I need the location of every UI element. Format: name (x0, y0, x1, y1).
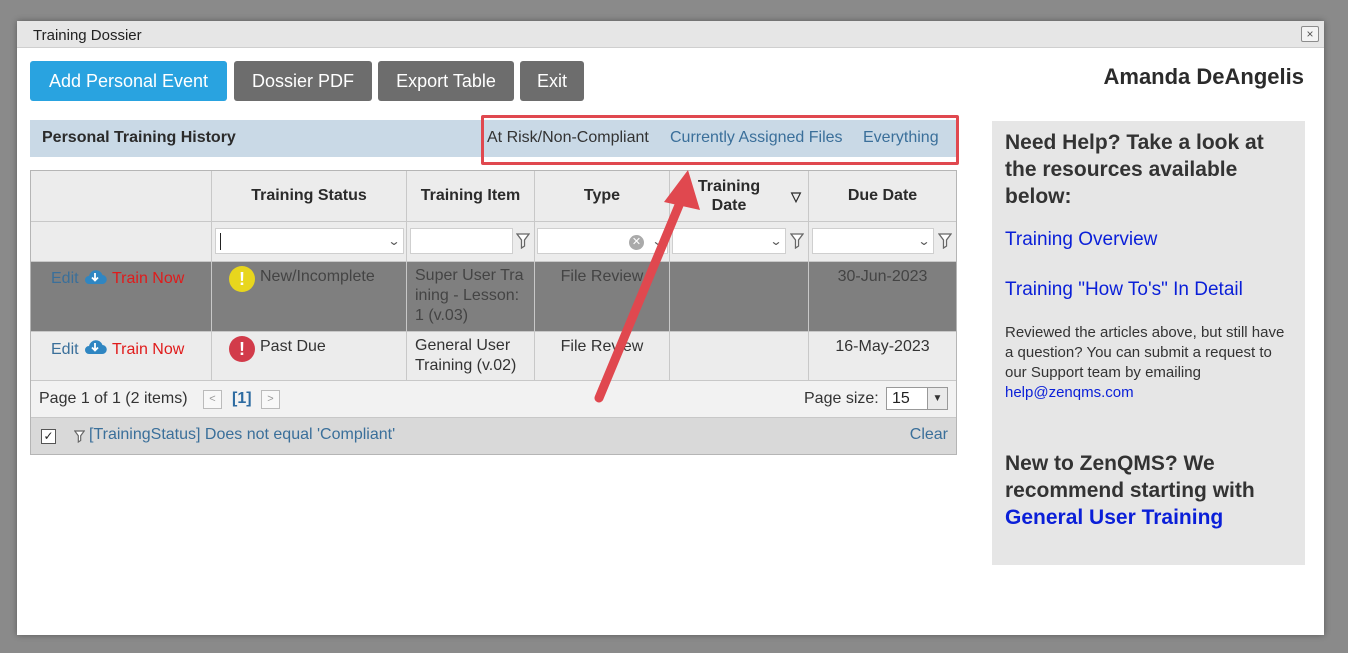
training-dossier-dialog: Training Dossier × Add Personal Event Do… (17, 21, 1324, 635)
next-page-icon[interactable]: > (261, 390, 280, 409)
header-training-date-label: Training Date (697, 178, 761, 214)
status-text: New/Incomplete (260, 268, 375, 285)
training-item-text: Super User Training - Lesson:1 (v.03) (415, 267, 524, 324)
dossier-pdf-button[interactable]: Dossier PDF (234, 61, 372, 101)
prev-page-icon[interactable]: < (203, 390, 222, 409)
header-type[interactable]: Type (535, 171, 670, 222)
train-now-link[interactable]: Train Now (112, 341, 184, 359)
due-date-text: 30-Jun-2023 (837, 268, 928, 285)
text-cursor (220, 233, 221, 250)
filter-cell-item (407, 222, 535, 262)
filter-funnel-icon[interactable] (790, 233, 804, 249)
current-page-link[interactable]: [1] (232, 390, 252, 408)
table-row-2-actions: Edit Train Now (31, 332, 212, 381)
table-row-1-actions: Edit Train Now (31, 262, 212, 332)
table-row-1-item: Super User Training - Lesson:1 (v.03) (407, 262, 535, 332)
header-training-status[interactable]: Training Status (212, 171, 407, 222)
help-heading: Need Help? Take a look at the resources … (1005, 131, 1264, 208)
training-overview-link[interactable]: Training Overview (1005, 229, 1157, 251)
page-size-select[interactable]: 15 ▼ (886, 387, 948, 410)
filter-cell-actions (31, 222, 212, 262)
chevron-down-icon: ⌄ (387, 234, 401, 248)
page-size-label: Page size: (804, 390, 879, 407)
due-date-text: 16-May-2023 (835, 338, 930, 355)
support-text-body: Reviewed the articles above, but still h… (1005, 324, 1285, 381)
table-row-2-item: General User Training (v.02) (407, 332, 535, 381)
support-email-link[interactable]: help@zenqms.com (1005, 384, 1134, 401)
table-row-2-due-date: 16-May-2023 (809, 332, 956, 381)
edit-link[interactable]: Edit (51, 341, 79, 359)
training-history-header: Personal Training History At Risk/Non-Co… (30, 120, 956, 157)
table-row-2-type: File Review (535, 332, 670, 381)
due-date-filter-select[interactable]: ⌄ (812, 228, 934, 254)
new-user-heading: New to ZenQMS? We recommend starting wit… (1005, 450, 1300, 531)
filter-everything[interactable]: Everything (863, 129, 939, 147)
sort-indicator-icon[interactable]: ▽ (791, 187, 801, 206)
train-now-link[interactable]: Train Now (112, 270, 184, 288)
filter-funnel-icon[interactable] (516, 233, 530, 249)
filter-cell-status: ⌄ (212, 222, 407, 262)
error-icon: ! (229, 336, 255, 362)
training-grid: Training Status Training Item Type Train… (30, 170, 957, 455)
header-actions (31, 171, 212, 222)
training-item-text: General User Training (v.02) (415, 337, 517, 374)
help-panel: Need Help? Take a look at the resources … (992, 121, 1305, 565)
chevron-down-icon: ⌄ (769, 234, 783, 248)
general-user-training-link[interactable]: General User Training (1005, 506, 1223, 529)
dialog-titlebar: Training Dossier × (17, 21, 1324, 48)
chevron-down-icon: ▼ (927, 388, 947, 409)
table-row-1-status: ! New/Incomplete (212, 262, 407, 332)
table-row-2-training-date (670, 332, 809, 381)
filter-at-risk[interactable]: At Risk/Non-Compliant (487, 129, 649, 147)
clear-filter-link[interactable]: Clear (910, 426, 948, 444)
new-user-heading-text: New to ZenQMS? We recommend starting wit… (1005, 452, 1255, 502)
add-personal-event-button[interactable]: Add Personal Event (30, 61, 227, 101)
close-button[interactable]: × (1301, 26, 1319, 42)
status-text: Past Due (260, 338, 326, 355)
table-row-1-type: File Review (535, 262, 670, 332)
item-filter-input[interactable] (410, 228, 513, 254)
filter-enabled-checkbox[interactable]: ✓ (41, 429, 56, 444)
header-due-date[interactable]: Due Date (809, 171, 956, 222)
header-training-item[interactable]: Training Item (407, 171, 535, 222)
cloud-download-icon[interactable] (83, 338, 107, 356)
training-history-title: Personal Training History (42, 129, 236, 146)
table-row-1-due-date: 30-Jun-2023 (809, 262, 956, 332)
pager: Page 1 of 1 (2 items) < [1] > Page size:… (31, 381, 956, 418)
clear-filter-icon[interactable]: ✕ (629, 235, 644, 250)
filter-currently-assigned[interactable]: Currently Assigned Files (670, 129, 843, 147)
filter-funnel-icon[interactable] (938, 233, 952, 249)
pager-summary: Page 1 of 1 (2 items) (39, 390, 188, 407)
chevron-down-icon: ⌄ (917, 234, 931, 248)
exit-button[interactable]: Exit (520, 61, 584, 101)
training-date-filter-select[interactable]: ⌄ (672, 228, 786, 254)
dialog-title: Training Dossier (33, 27, 142, 44)
type-filter-select[interactable]: ✕ ⌄ (537, 228, 668, 254)
table-row-2-status: ! Past Due (212, 332, 407, 381)
edit-link[interactable]: Edit (51, 270, 79, 288)
type-text: File Review (560, 338, 644, 355)
export-table-button[interactable]: Export Table (378, 61, 514, 101)
warning-icon: ! (229, 266, 255, 292)
filter-cell-type: ✕ ⌄ (535, 222, 670, 262)
user-name: Amanda DeAngelis (1103, 64, 1305, 89)
chevron-down-icon: ⌄ (651, 234, 665, 248)
page-size-value: 15 (892, 390, 910, 407)
table-row-1-training-date (670, 262, 809, 332)
type-text: File Review (560, 268, 644, 285)
training-how-tos-link[interactable]: Training "How To's" In Detail (1005, 279, 1243, 301)
filter-cell-training-date: ⌄ (670, 222, 809, 262)
filter-cell-due-date: ⌄ (809, 222, 956, 262)
filter-expression-link[interactable]: [TrainingStatus] Does not equal 'Complia… (89, 426, 395, 444)
support-text: Reviewed the articles above, but still h… (1005, 323, 1295, 403)
filter-funnel-icon (74, 430, 85, 443)
status-filter-select[interactable]: ⌄ (215, 228, 404, 254)
cloud-download-icon[interactable] (83, 268, 107, 286)
active-filter-bar: ✓ [TrainingStatus] Does not equal 'Compl… (31, 418, 956, 454)
header-training-date[interactable]: Training Date ▽ (670, 171, 809, 222)
